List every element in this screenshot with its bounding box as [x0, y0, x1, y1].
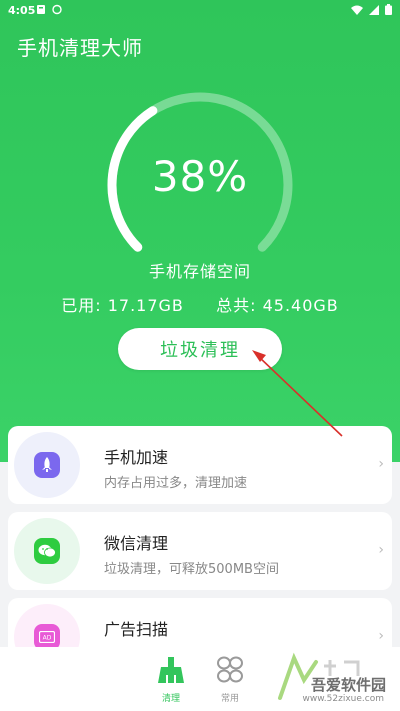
tab-clean[interactable]: 清理 — [146, 655, 196, 704]
total-value: 45.40GB — [262, 296, 339, 315]
total-label: 总共: — [216, 296, 257, 315]
rocket-icon — [34, 452, 60, 478]
card-icon-circle — [14, 432, 80, 498]
chevron-right-icon: › — [378, 542, 384, 558]
storage-info: 已用: 17.17GB 总共: 45.40GB — [0, 292, 400, 316]
junk-clean-button[interactable]: 垃圾清理 — [118, 328, 282, 370]
grid-icon — [205, 655, 255, 689]
broom-icon — [146, 655, 196, 689]
tab-common[interactable]: 常用 — [205, 655, 255, 704]
card-title: 微信清理 — [104, 534, 169, 553]
tab-label-clean: 清理 — [161, 694, 180, 704]
sync-icon — [52, 4, 62, 15]
chevron-right-icon: › — [378, 456, 384, 472]
card-title: 广告扫描 — [104, 620, 169, 639]
card-wechat-clean[interactable]: 微信清理 垃圾清理，可释放500MB空间 › — [8, 512, 392, 590]
card-subtitle: 内存占用过多，清理加速 — [104, 476, 248, 491]
card-icon-circle — [14, 518, 80, 584]
page-title: 手机清理大师 — [17, 36, 143, 60]
chevron-right-icon: › — [378, 628, 384, 644]
used-label: 已用: — [61, 296, 102, 315]
card-title: 手机加速 — [104, 448, 169, 467]
status-time: 4:05 — [8, 4, 36, 17]
signal-icon — [369, 4, 379, 18]
storage-label: 手机存储空间 — [148, 262, 251, 281]
watermark-title: 吾爱软件园 — [310, 676, 386, 694]
battery-icon — [385, 4, 392, 18]
watermark-url: www.52zixue.com — [302, 694, 384, 704]
storage-percent: 38% — [151, 152, 249, 201]
status-bar: 4:05 — [0, 0, 400, 22]
tab-label-common: 常用 — [220, 694, 239, 704]
wechat-icon — [34, 538, 60, 564]
svg-text:AD: AD — [43, 635, 52, 642]
used-value: 17.17GB — [107, 296, 184, 315]
watermark: 吾爱软件园 www.52zixue.com — [274, 650, 394, 710]
wifi-icon — [351, 5, 363, 18]
card-subtitle: 垃圾清理，可释放500MB空间 — [104, 562, 279, 577]
notification-icon — [36, 4, 46, 15]
card-phone-boost[interactable]: 手机加速 内存占用过多，清理加速 › — [8, 426, 392, 504]
